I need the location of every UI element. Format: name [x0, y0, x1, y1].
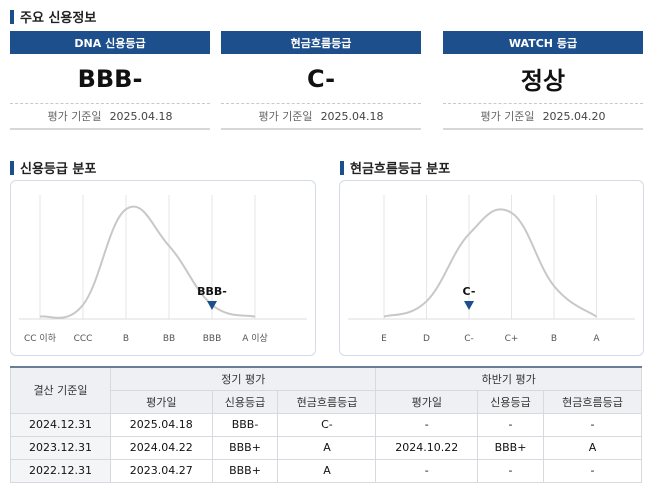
table-cell: 2023.12.31 — [10, 435, 111, 460]
x-tick-label: D — [423, 334, 430, 344]
credit-distribution-chart: CC 이하 CCC B BB BBB A 이상 BBB- — [10, 180, 316, 356]
card-header: DNA 신용등급 — [10, 31, 210, 54]
card-header: 현금흐름등급 — [221, 31, 421, 54]
x-tick-label: BBB — [203, 334, 222, 344]
x-tick-label: B — [551, 334, 557, 344]
table-cell: BBB- — [211, 412, 279, 437]
section-bar — [10, 9, 14, 24]
table-cell: 2023.04.27 — [110, 458, 213, 483]
th-eval-date: 평가일 — [110, 389, 213, 414]
x-tick-label: CCC — [74, 334, 93, 344]
card-value: C- — [221, 54, 421, 104]
x-tick-label: A — [593, 334, 600, 344]
card-date: 2025.04.18 — [320, 109, 384, 123]
th-settlement-date: 결산 기준일 — [10, 366, 111, 414]
table-cell: BBB+ — [477, 435, 544, 460]
x-tick-label: BB — [163, 334, 175, 344]
table-cell: - — [375, 412, 479, 437]
rating-history-table: 결산 기준일 정기 평가 하반기 평가 평가일 신용등급 현금흐름등급 평가일 … — [10, 366, 643, 483]
th-credit-grade: 신용등급 — [211, 389, 279, 414]
card-date-label: 평가 기준일 — [258, 110, 313, 123]
x-tick-label: CC 이하 — [24, 333, 57, 344]
table-cell: 2024.10.22 — [375, 435, 479, 460]
card-value: BBB- — [10, 54, 210, 104]
card-watch: WATCH 등급 정상 평가 기준일 2025.04.20 — [443, 31, 643, 130]
x-tick-label: B — [123, 334, 129, 344]
card-date-label: 평가 기준일 — [480, 110, 535, 123]
table-cell: A — [277, 458, 377, 483]
th-cashflow-grade: 현금흐름등급 — [542, 389, 643, 414]
table-cell: - — [375, 458, 479, 483]
card-date: 2025.04.20 — [542, 109, 606, 123]
card-value: 정상 — [443, 54, 643, 104]
table-row: 2023.12.31 2024.04.22 BBB+ A 2024.10.22 … — [10, 435, 643, 460]
table-cell: 2025.04.18 — [110, 412, 213, 437]
table-row: 2024.12.31 2025.04.18 BBB- C- - - - — [10, 412, 643, 437]
table-cell: - — [477, 412, 544, 437]
table-cell: A — [277, 435, 377, 460]
credit-distribution-svg: CC 이하 CCC B BB BBB A 이상BBB- — [19, 195, 307, 344]
table-row: 2022.12.31 2023.04.27 BBB+ A - - - — [10, 458, 643, 483]
card-cashflow: 현금흐름등급 C- 평가 기준일 2025.04.18 — [221, 31, 421, 130]
marker-label: BBB- — [197, 285, 227, 298]
section-title-main-label: 주요 신용정보 — [20, 11, 97, 26]
card-date: 2025.04.18 — [109, 109, 173, 123]
table-cell: 2024.04.22 — [110, 435, 213, 460]
x-tick-label: A 이상 — [242, 333, 268, 344]
distribution-curve — [383, 208, 598, 318]
x-tick-label: C- — [464, 334, 474, 344]
th-credit-grade: 신용등급 — [477, 389, 544, 414]
table-cell: - — [542, 412, 643, 437]
section-bar — [340, 160, 344, 175]
card-header: WATCH 등급 — [443, 31, 643, 54]
card-dna-credit: DNA 신용등급 BBB- 평가 기준일 2025.04.18 — [10, 31, 210, 130]
section-title-cash-dist-label: 현금흐름등급 분포 — [350, 162, 451, 177]
section-bar — [10, 160, 14, 175]
section-title-credit-dist-label: 신용등급 분포 — [20, 162, 97, 177]
cashflow-distribution-chart: E D C- C+ B A C- — [339, 180, 644, 356]
distribution-curve — [39, 205, 256, 319]
th-half-eval: 하반기 평가 — [375, 366, 642, 391]
table-cell: - — [542, 458, 643, 483]
x-tick-label: C+ — [505, 334, 519, 344]
marker-label: C- — [463, 285, 476, 298]
table-cell: BBB+ — [211, 458, 279, 483]
th-cashflow-grade: 현금흐름등급 — [277, 389, 377, 414]
x-tick-label: E — [381, 334, 387, 344]
th-eval-date: 평가일 — [375, 389, 479, 414]
cashflow-distribution-svg: E D C- C+ B A C- — [348, 195, 635, 344]
card-date-row: 평가 기준일 2025.04.20 — [443, 104, 643, 130]
card-date-label: 평가 기준일 — [47, 110, 102, 123]
card-date-row: 평가 기준일 2025.04.18 — [221, 104, 421, 130]
table-cell: 2022.12.31 — [10, 458, 111, 483]
position-marker-icon — [464, 301, 474, 310]
table-cell: C- — [277, 412, 377, 437]
section-title-main: 주요 신용정보 — [10, 7, 96, 26]
section-title-credit-dist: 신용등급 분포 — [10, 158, 96, 177]
table-cell: 2024.12.31 — [10, 412, 111, 437]
card-date-row: 평가 기준일 2025.04.18 — [10, 104, 210, 130]
th-regular-eval: 정기 평가 — [109, 366, 377, 391]
section-title-cash-dist: 현금흐름등급 분포 — [340, 158, 450, 177]
table-cell: - — [477, 458, 544, 483]
table-cell: A — [542, 435, 643, 460]
table-cell: BBB+ — [211, 435, 279, 460]
